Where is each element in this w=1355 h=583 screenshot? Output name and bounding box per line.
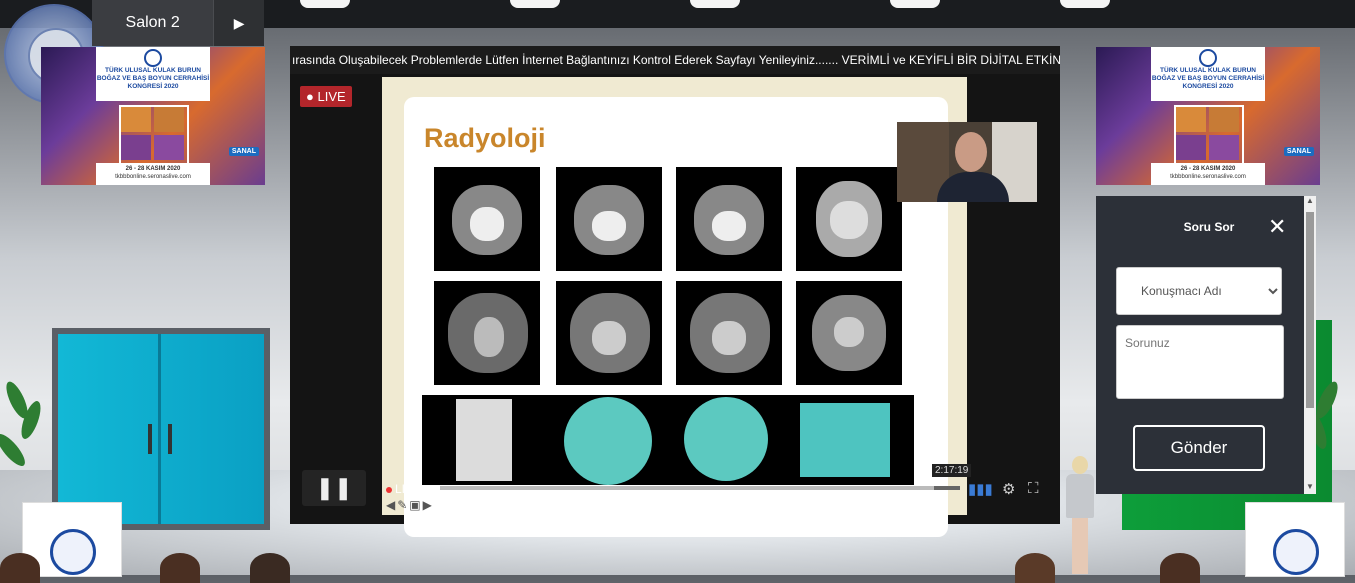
speaker-select[interactable]: Konuşmacı Adı — [1116, 267, 1282, 315]
session-title: Salon 2 — [125, 14, 180, 31]
play-icon: ▶ — [233, 14, 245, 31]
ceiling-lamp — [510, 0, 560, 8]
mri-scan-image — [434, 281, 540, 385]
arrow-left-icon[interactable]: ◀ — [386, 498, 397, 512]
poster-footer: 26 - 28 KASIM 2020 tkbbbonline.seronasli… — [96, 163, 210, 185]
plant — [1303, 378, 1355, 500]
ceiling-lamp — [890, 0, 940, 8]
poster-title-line: BOĞAZ VE BAŞ BOYUN CERRAHİSİ — [1151, 75, 1265, 82]
slide-annotation-tools[interactable]: ◀✎▣▶ — [386, 498, 434, 512]
poster-ent-illustration — [1174, 105, 1244, 165]
audience-head — [1160, 553, 1200, 583]
congress-poster-left: TÜRK ULUSAL KULAK BURUN BOĞAZ VE BAŞ BOY… — [41, 47, 265, 185]
panel-scrollbar[interactable]: ▲ ▼ — [1304, 196, 1316, 494]
progress-fill — [440, 486, 934, 490]
scroll-down-icon[interactable]: ▼ — [1304, 482, 1316, 494]
mri-scan-image — [676, 281, 782, 385]
poster-dates: 26 - 28 KASIM 2020 — [1180, 166, 1236, 172]
speaker-face — [955, 132, 987, 172]
poster-badge: SANAL — [1283, 147, 1314, 156]
ct-scan-image — [434, 167, 540, 271]
ceiling-lamp — [300, 0, 350, 8]
audience-head — [250, 553, 290, 583]
session-bar: Salon 2 ▶ — [92, 0, 264, 46]
live-badge: ● LIVE — [300, 86, 352, 107]
signal-bars-icon: ▮▮▮ — [968, 481, 993, 498]
question-panel: Soru Sor ✕ Konuşmacı Adı Gönder ▲ ▼ — [1096, 196, 1316, 494]
ct-scan-image — [796, 167, 902, 271]
send-button[interactable]: Gönder — [1133, 425, 1265, 471]
ct-scan-image — [556, 167, 662, 271]
pause-icon: ❚❚ — [315, 475, 353, 500]
poster-title-line: KONGRESİ 2020 — [1182, 83, 1234, 90]
poster-emblem-icon — [1199, 49, 1217, 67]
live-indicator: LIVE — [386, 482, 421, 496]
arrow-right-icon[interactable]: ▶ — [423, 498, 434, 512]
progress-bar[interactable] — [440, 486, 960, 490]
question-input[interactable] — [1116, 325, 1284, 399]
pause-button[interactable]: ❚❚ — [302, 470, 366, 506]
live-dot-icon: ● — [306, 89, 314, 104]
poster-header: TÜRK ULUSAL KULAK BURUN BOĞAZ VE BAŞ BOY… — [1151, 47, 1265, 101]
congress-poster-right: TÜRK ULUSAL KULAK BURUN BOĞAZ VE BAŞ BOY… — [1096, 47, 1320, 185]
scroll-up-icon[interactable]: ▲ — [1304, 196, 1316, 208]
live-dot-icon — [386, 487, 392, 493]
ceiling-lamp — [690, 0, 740, 8]
door-handle — [168, 424, 172, 454]
door-divider — [158, 334, 161, 524]
question-panel-title: Soru Sor — [1183, 220, 1235, 234]
mri-scan-image — [796, 281, 902, 385]
poster-title-line: TÜRK ULUSAL KULAK BURUN — [105, 67, 201, 74]
audience-head — [1015, 553, 1055, 583]
slide-icon[interactable]: ▣ — [409, 498, 422, 512]
scrollbar-thumb[interactable] — [1306, 212, 1314, 408]
audience-head — [0, 553, 40, 583]
live-badge-label: LIVE — [317, 89, 346, 104]
podium-emblem — [50, 529, 96, 575]
poster-title-line: BOĞAZ VE BAŞ BOYUN CERRAHİSİ — [96, 75, 210, 82]
announcement-ticker: ırasında Oluşabilecek Problemlerde Lütfe… — [290, 46, 1060, 74]
podium-right — [1245, 502, 1345, 577]
session-play-button[interactable]: ▶ — [213, 0, 264, 46]
host-avatar — [1062, 456, 1098, 574]
presentation-slide: Radyoloji — [382, 77, 967, 537]
podium-emblem — [1273, 529, 1319, 575]
live-indicator-label: LIVE — [395, 482, 422, 496]
poster-title-line: KONGRESİ 2020 — [127, 83, 179, 90]
close-icon[interactable]: ✕ — [1268, 214, 1286, 240]
ceiling-lamp — [1060, 0, 1110, 8]
plant — [0, 378, 50, 500]
poster-badge: SANAL — [228, 147, 259, 156]
timecode-tooltip: 2:17:19 — [932, 464, 972, 477]
gear-icon[interactable]: ⚙ — [1002, 480, 1015, 498]
poster-site: tkbbbonline.seronaslive.com — [115, 174, 191, 180]
video-player[interactable]: ırasında Oluşabilecek Problemlerde Lütfe… — [290, 46, 1060, 537]
poster-header: TÜRK ULUSAL KULAK BURUN BOĞAZ VE BAŞ BOY… — [96, 47, 210, 101]
fullscreen-icon[interactable]: ⛶ — [1028, 480, 1039, 497]
poster-emblem-icon — [144, 49, 162, 67]
ticker-text: ırasında Oluşabilecek Problemlerde Lütfe… — [292, 53, 1060, 67]
audience-head — [160, 553, 200, 583]
door-handle — [148, 424, 152, 454]
poster-site: tkbbbonline.seronaslive.com — [1170, 174, 1246, 180]
player-controls: ❚❚ LIVE 2:17:19 ▮▮▮ ⚙ ⛶ ◀✎▣▶ — [290, 464, 1060, 524]
poster-footer: 26 - 28 KASIM 2020 tkbbbonline.seronasli… — [1151, 163, 1265, 185]
mri-scan-image — [556, 281, 662, 385]
poster-dates: 26 - 28 KASIM 2020 — [125, 166, 181, 172]
cyan-door — [52, 328, 270, 530]
pen-icon[interactable]: ✎ — [397, 498, 409, 512]
slide-title: Radyoloji — [424, 123, 546, 153]
poster-ent-illustration — [119, 105, 189, 165]
poster-title-line: TÜRK ULUSAL KULAK BURUN — [1160, 67, 1256, 74]
speaker-webcam — [897, 122, 1037, 202]
ct-scan-image — [676, 167, 782, 271]
